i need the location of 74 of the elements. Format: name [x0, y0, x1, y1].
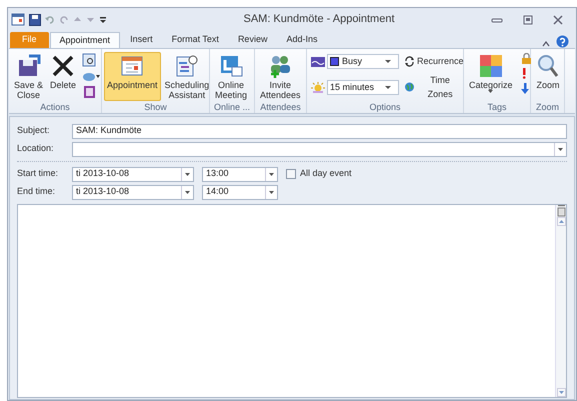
- scheduling-assistant-button[interactable]: Scheduling Assistant: [162, 52, 212, 101]
- group-label: Online ...: [212, 101, 252, 114]
- x-icon: [51, 54, 76, 78]
- ribbon-tab[interactable]: Review: [228, 32, 276, 48]
- busy-icon: [330, 57, 339, 66]
- group-label: Options: [368, 101, 402, 114]
- refresh-icon: [404, 56, 415, 67]
- calendar-search-icon[interactable]: [82, 53, 96, 67]
- calendar-icon: [120, 54, 144, 78]
- reminder-dropdown[interactable]: 15 minutes: [327, 80, 399, 95]
- field-label: Location:: [17, 142, 55, 156]
- help-icon[interactable]: [556, 35, 569, 48]
- start-time-dropdown[interactable]: 13:00: [202, 166, 278, 182]
- group-label: Attendees: [259, 101, 302, 114]
- group-label: Actions: [39, 101, 71, 114]
- dropdown-arrow-icon: [384, 86, 392, 90]
- dropdown-arrow-icon: [269, 172, 274, 176]
- people-icon: [268, 54, 292, 78]
- close-icon[interactable]: [553, 14, 563, 24]
- dropdown-arrow-icon: [558, 148, 563, 150]
- ribbon-tab[interactable]: Insert: [121, 32, 162, 48]
- ribbon-tab[interactable]: Add-Ins: [277, 32, 326, 48]
- time-zones-button[interactable]: Time Zones: [404, 74, 464, 101]
- dropdown-arrow-icon: [269, 190, 274, 194]
- start-date-dropdown[interactable]: ti 2013-10-08: [72, 166, 194, 182]
- gantt-chart-icon: [174, 54, 199, 78]
- ribbon-tab[interactable]: Appointment: [50, 32, 120, 48]
- end-time-dropdown[interactable]: 14:00: [202, 184, 278, 200]
- group-label: Zoom: [534, 101, 560, 114]
- delete-button[interactable]: Delete: [47, 52, 80, 101]
- location-field[interactable]: [72, 142, 567, 156]
- meeting-icon: [219, 54, 244, 78]
- exclamation-icon[interactable]: [520, 68, 527, 79]
- lock-icon[interactable]: [520, 53, 532, 64]
- field-label: Subject:: [17, 124, 51, 138]
- group-label: Show: [143, 101, 168, 114]
- globe-icon: [404, 82, 415, 93]
- dropdown-arrow-icon: [488, 90, 494, 93]
- end-date-dropdown[interactable]: ti 2013-10-08: [72, 184, 194, 200]
- scroll-up-icon[interactable]: [556, 217, 566, 226]
- save-icon[interactable]: [29, 14, 41, 26]
- subject-field[interactable]: SAM: Kundmöte: [72, 124, 567, 138]
- zoom-button[interactable]: Zoom: [533, 52, 563, 101]
- down-arrow-icon[interactable]: [520, 83, 529, 94]
- field-label: End time:: [17, 185, 56, 198]
- dropdown-arrow-icon: [185, 190, 190, 194]
- scrollbar[interactable]: [555, 205, 566, 397]
- busy-status-icon: [311, 56, 325, 66]
- field-label: Start time:: [17, 167, 60, 180]
- categorize-button[interactable]: Categorize: [466, 52, 516, 101]
- save-close-button[interactable]: Save & Close: [11, 52, 46, 101]
- dropdown-arrow-icon: [185, 172, 190, 176]
- invite-attendees-button[interactable]: Invite Attendees: [257, 52, 304, 101]
- show-as-dropdown[interactable]: Busy: [327, 54, 399, 69]
- all-day-checkbox[interactable]: [286, 169, 296, 179]
- checkbox-label: All day event: [300, 167, 352, 180]
- restore-icon[interactable]: [523, 14, 533, 24]
- dropdown-arrow-icon: [385, 60, 392, 64]
- appointment-button[interactable]: Appointment: [104, 52, 161, 101]
- scroll-down-icon[interactable]: [556, 388, 566, 397]
- message-body-field[interactable]: [17, 204, 567, 398]
- collapse-ribbon-icon[interactable]: [542, 40, 550, 48]
- customize-icon[interactable]: [99, 14, 107, 24]
- window-title: SAM: Kundmöte - Appointment: [242, 12, 396, 28]
- notebook-icon[interactable]: [82, 85, 96, 99]
- magnifier-icon: [536, 54, 560, 78]
- group-label: Tags: [486, 101, 508, 114]
- calendar-icon[interactable]: [11, 13, 25, 26]
- ribbon-tab[interactable]: Format Text: [162, 32, 228, 48]
- floppy-disk-icon: [16, 54, 41, 78]
- ruler-icon[interactable]: [556, 205, 566, 217]
- online-meeting-button[interactable]: Online Meeting: [212, 52, 250, 101]
- recurrence-button[interactable]: Recurrence: [404, 54, 464, 68]
- color-squares-icon: [478, 54, 503, 78]
